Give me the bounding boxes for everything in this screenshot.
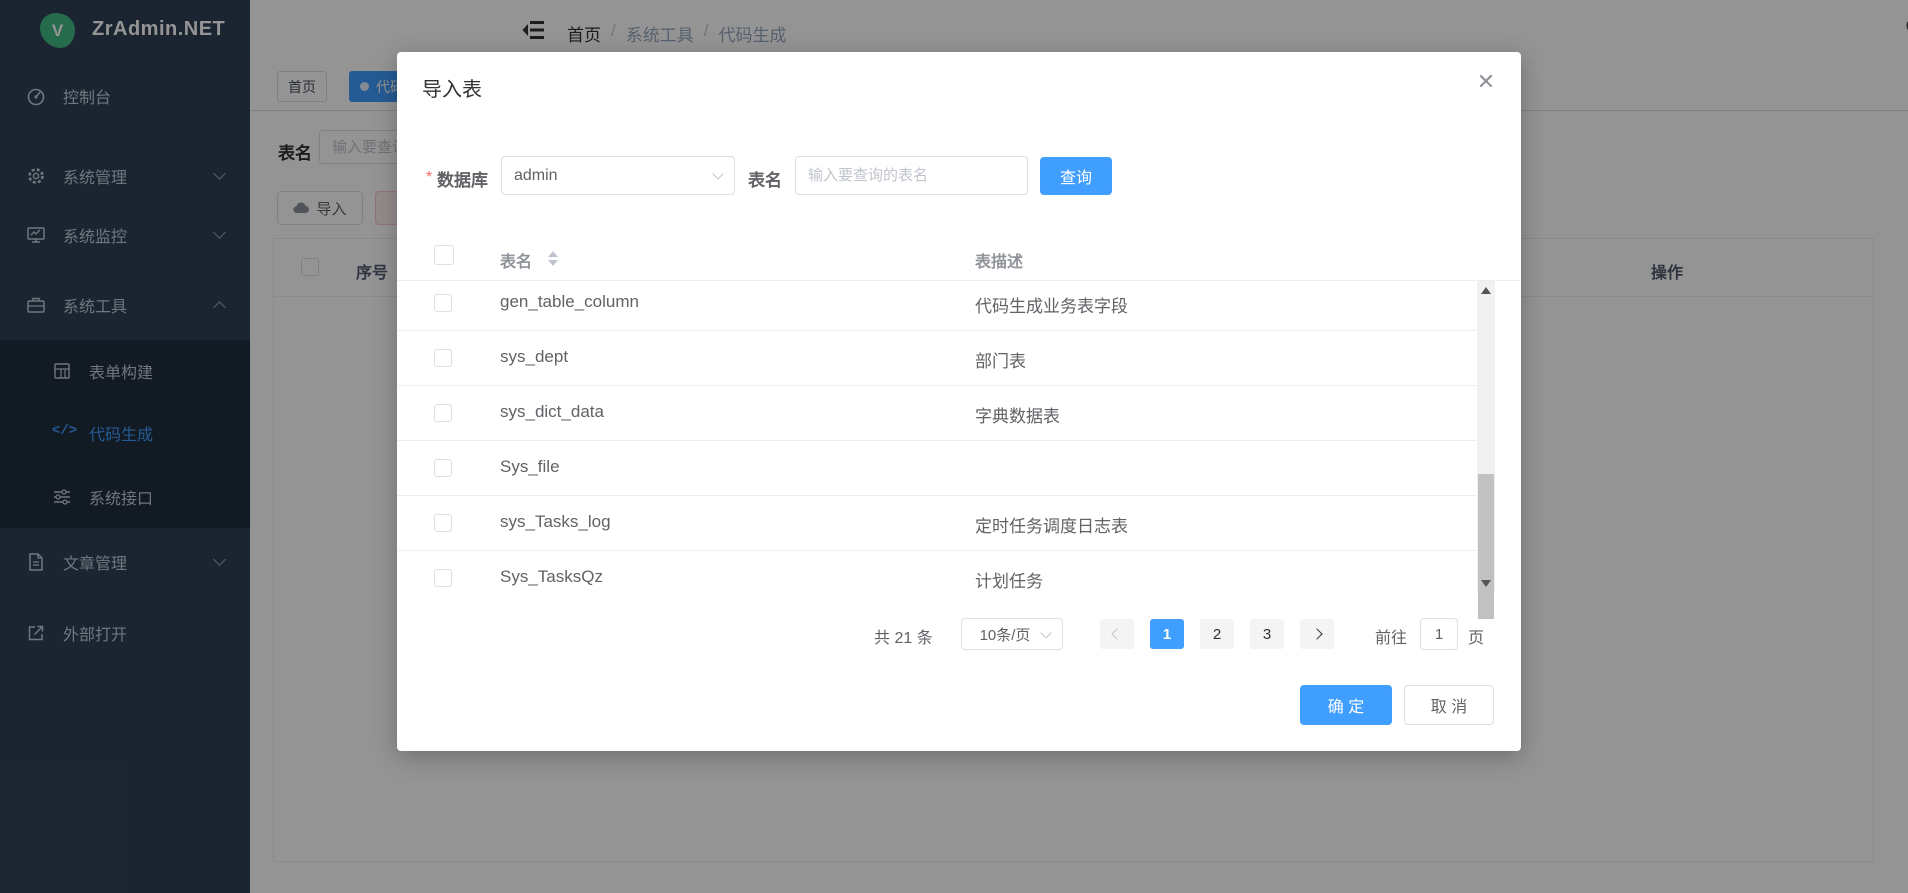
- row-checkbox[interactable]: [434, 569, 452, 587]
- required-asterisk: *: [426, 169, 432, 187]
- table-row[interactable]: gen_table_column 代码生成业务表字段: [397, 281, 1477, 331]
- table-name-query-input[interactable]: [795, 156, 1028, 195]
- dialog-title: 导入表: [422, 73, 482, 102]
- row-checkbox[interactable]: [434, 514, 452, 532]
- confirm-button[interactable]: 确 定: [1300, 685, 1392, 725]
- table-row[interactable]: sys_dept 部门表: [397, 331, 1477, 386]
- database-select[interactable]: admin: [501, 156, 735, 195]
- table-row[interactable]: sys_dict_data 字典数据表: [397, 386, 1477, 441]
- select-all-checkbox[interactable]: [434, 245, 454, 265]
- row-checkbox[interactable]: [434, 459, 452, 477]
- chevron-right-icon: [1311, 628, 1322, 639]
- page-unit-label: 页: [1468, 624, 1484, 648]
- row-checkbox[interactable]: [434, 294, 452, 312]
- page-size-select[interactable]: 10条/页: [961, 618, 1063, 650]
- table-scroll-area: gen_table_column 代码生成业务表字段 sys_dept 部门表 …: [397, 281, 1521, 593]
- next-page-button[interactable]: [1300, 619, 1334, 649]
- column-header-table-name[interactable]: 表名: [500, 248, 532, 272]
- import-table-dialog: 导入表 ✕ * 数据库 admin 表名 查询 表名 表描述 gen_table…: [397, 52, 1521, 751]
- close-icon[interactable]: ✕: [1472, 68, 1500, 96]
- row-checkbox[interactable]: [434, 404, 452, 422]
- table-row[interactable]: sys_Tasks_log 定时任务调度日志表: [397, 496, 1477, 551]
- table-row[interactable]: Sys_TasksQz 计划任务: [397, 551, 1477, 593]
- database-label: 数据库: [437, 166, 488, 191]
- column-header-table-desc: 表描述: [975, 248, 1023, 272]
- page-3-button[interactable]: 3: [1250, 619, 1284, 649]
- row-checkbox[interactable]: [434, 349, 452, 367]
- pagination-total: 共 21 条: [874, 624, 933, 648]
- page-1-button[interactable]: 1: [1150, 619, 1184, 649]
- page-size-value: 10条/页: [980, 624, 1031, 645]
- app-root: V ZrAdmin.NET 控制台 系统管理 系统监控: [0, 0, 1908, 893]
- scroll-down-arrow-icon[interactable]: [1481, 580, 1491, 587]
- sort-carets-icon[interactable]: [548, 251, 558, 266]
- database-select-value: admin: [514, 167, 558, 185]
- goto-page-input[interactable]: [1420, 618, 1458, 650]
- prev-page-button[interactable]: [1100, 619, 1134, 649]
- chevron-down-icon: [1040, 627, 1051, 638]
- chevron-left-icon: [1111, 628, 1122, 639]
- goto-label: 前往: [1375, 624, 1407, 648]
- scroll-up-arrow-icon[interactable]: [1481, 287, 1491, 294]
- query-button[interactable]: 查询: [1040, 157, 1112, 195]
- vertical-scrollbar[interactable]: [1477, 281, 1495, 593]
- page-2-button[interactable]: 2: [1200, 619, 1234, 649]
- scrollbar-thumb[interactable]: [1478, 474, 1494, 619]
- table-row[interactable]: Sys_file: [397, 441, 1477, 496]
- chevron-down-icon: [712, 168, 723, 179]
- table-name-label: 表名: [748, 166, 782, 191]
- cancel-button[interactable]: 取 消: [1404, 685, 1494, 725]
